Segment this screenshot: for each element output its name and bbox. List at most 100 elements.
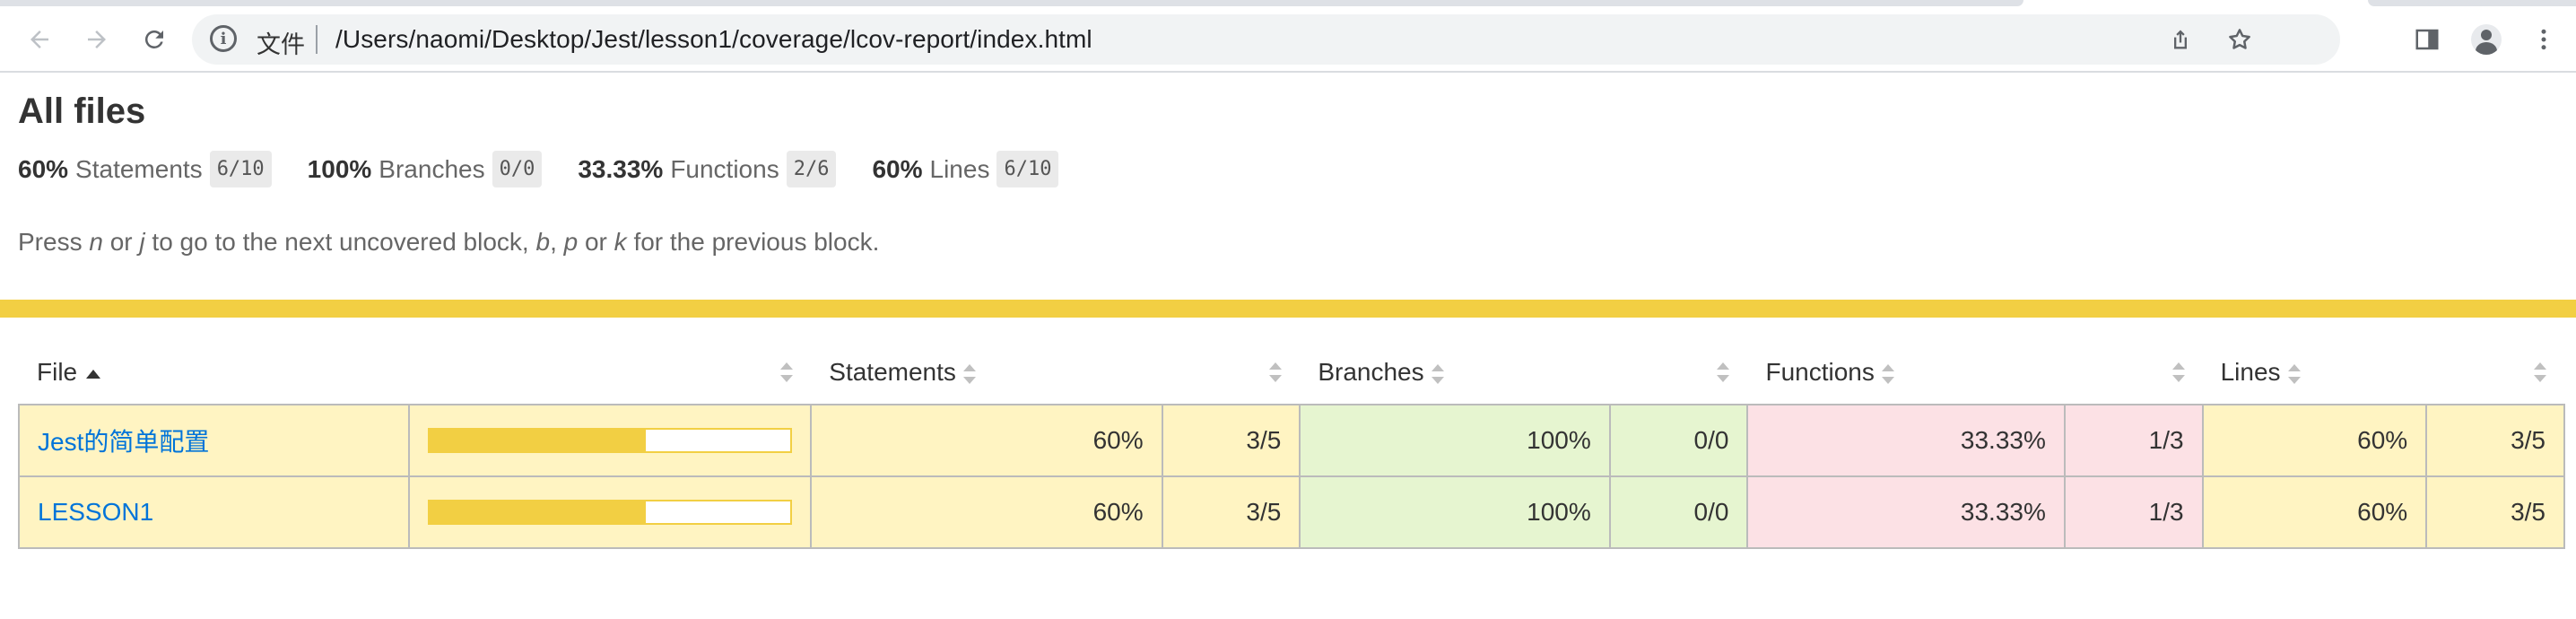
security-label: 文件: [257, 31, 305, 58]
summary-lines: 60% Lines 6/10: [872, 151, 1059, 187]
header-functions-raw[interactable]: [2065, 341, 2203, 405]
summary-pct: 60%: [872, 154, 923, 183]
header-statements-raw[interactable]: [1162, 341, 1301, 405]
sort-icon: [962, 363, 976, 384]
hint-text: ,: [550, 228, 564, 256]
header-lines-raw[interactable]: [2426, 341, 2564, 405]
summary-fraction: 6/10: [209, 151, 272, 187]
header-file-bar[interactable]: [409, 341, 811, 405]
sort-icon: [1431, 363, 1444, 384]
header-label: Statements: [829, 358, 956, 386]
coverage-bar-fill: [430, 430, 647, 451]
sort-ascending-icon: [86, 369, 101, 379]
summary-fraction: 0/0: [492, 151, 543, 187]
coverage-bar-cell: [408, 404, 813, 477]
hint-text: or: [102, 228, 140, 256]
side-panel-icon[interactable]: [2404, 16, 2450, 63]
sort-icon: [1881, 363, 1894, 384]
summary-label: Lines: [929, 154, 990, 183]
header-statements[interactable]: Statements: [811, 341, 1162, 405]
branches-pct: 100%: [1299, 475, 1611, 549]
header-functions[interactable]: Functions: [1747, 341, 2064, 405]
sort-icon: [2534, 362, 2546, 382]
hint-key: b: [535, 228, 551, 256]
tab-strip: [0, 0, 2023, 6]
sort-icon: [2287, 363, 2301, 384]
summary-pct: 33.33%: [578, 154, 664, 183]
address-bar[interactable]: i 文件 /Users/naomi/Desktop/Jest/lesson1/c…: [192, 14, 2340, 65]
hint-text: to go to the next uncovered block,: [144, 228, 536, 256]
file-cell: LESSON1: [17, 475, 411, 549]
summary-label: Statements: [75, 154, 203, 183]
arrow-left-icon: [30, 31, 48, 48]
statements-fraction: 3/5: [1161, 404, 1301, 477]
summary-pct: 60%: [18, 154, 69, 183]
sort-icon: [780, 362, 794, 382]
reload-button[interactable]: [131, 16, 178, 63]
summary-label: Branches: [379, 154, 485, 183]
browser-toolbar: i 文件 /Users/naomi/Desktop/Jest/lesson1/c…: [0, 0, 2576, 73]
lines-fraction: 3/5: [2425, 475, 2565, 549]
header-label: File: [37, 358, 78, 386]
coverage-bar: [428, 500, 793, 525]
bookmark-star-icon[interactable]: [2222, 22, 2258, 57]
hint-text: for the previous block.: [626, 228, 880, 256]
table-row: LESSON1 60% 3/5 100% 0/0 33.33% 1/3 60% …: [17, 475, 2565, 549]
lines-pct: 60%: [2201, 475, 2428, 549]
lines-fraction: 3/5: [2425, 404, 2565, 477]
header-lines[interactable]: Lines: [2203, 341, 2427, 405]
coverage-table: File Statements Branches Functions Lines…: [17, 341, 2565, 549]
hint-text: Press: [18, 228, 90, 256]
omnibox-divider: [316, 25, 318, 54]
file-cell: Jest的简单配置: [17, 404, 411, 477]
coverage-bar: [428, 428, 793, 453]
more-vert-icon[interactable]: [2520, 16, 2567, 63]
url-text[interactable]: /Users/naomi/Desktop/Jest/lesson1/covera…: [335, 25, 1092, 54]
functions-pct: 33.33%: [1746, 475, 2066, 549]
status-divider-bar: [0, 300, 2576, 318]
header-branches-raw[interactable]: [1610, 341, 1748, 405]
profile-avatar-icon[interactable]: [2463, 16, 2510, 63]
coverage-summary: 60% Statements 6/10 100% Branches 0/0 33…: [18, 151, 1094, 187]
summary-fraction: 2/6: [786, 151, 837, 187]
share-icon[interactable]: [2163, 22, 2198, 57]
file-link[interactable]: LESSON1: [38, 498, 153, 526]
tab-strip-right: [2368, 0, 2576, 6]
table-header-row: File Statements Branches Functions Lines: [19, 341, 2564, 405]
page-title: All files: [18, 92, 146, 131]
summary-label: Functions: [670, 154, 779, 183]
sort-icon: [2171, 362, 2185, 382]
functions-fraction: 1/3: [2063, 404, 2204, 477]
coverage-bar-fill: [430, 501, 647, 523]
header-file[interactable]: File: [19, 341, 409, 405]
functions-fraction: 1/3: [2063, 475, 2204, 549]
summary-pct: 100%: [307, 154, 372, 183]
keyboard-hint: Press n or j to go to the next uncovered…: [18, 228, 879, 257]
header-label: Lines: [2220, 358, 2281, 386]
file-link[interactable]: Jest的简单配置: [38, 428, 209, 456]
info-icon[interactable]: i: [210, 25, 237, 52]
back-button[interactable]: [16, 16, 63, 63]
statements-pct: 60%: [810, 404, 1163, 477]
table-row: Jest的简单配置 60% 3/5 100% 0/0 33.33% 1/3 60…: [17, 404, 2565, 477]
forward-button[interactable]: [74, 16, 120, 63]
branches-fraction: 0/0: [1608, 404, 1749, 477]
branches-fraction: 0/0: [1608, 475, 1749, 549]
hint-key: p: [563, 228, 579, 256]
summary-statements: 60% Statements 6/10: [18, 151, 272, 187]
coverage-bar-cell: [408, 475, 813, 549]
hint-key: n: [89, 228, 103, 256]
summary-functions: 33.33% Functions 2/6: [578, 151, 837, 187]
summary-branches: 100% Branches 0/0: [308, 151, 543, 187]
statements-fraction: 3/5: [1161, 475, 1301, 549]
lines-pct: 60%: [2201, 404, 2428, 477]
functions-pct: 33.33%: [1746, 404, 2066, 477]
header-label: Branches: [1318, 358, 1424, 386]
reload-icon: [144, 30, 163, 48]
hint-text: or: [578, 228, 614, 256]
header-branches[interactable]: Branches: [1300, 341, 1609, 405]
arrow-right-icon: [88, 31, 106, 48]
branches-pct: 100%: [1299, 404, 1611, 477]
hint-key: k: [614, 228, 627, 256]
statements-pct: 60%: [810, 475, 1163, 549]
